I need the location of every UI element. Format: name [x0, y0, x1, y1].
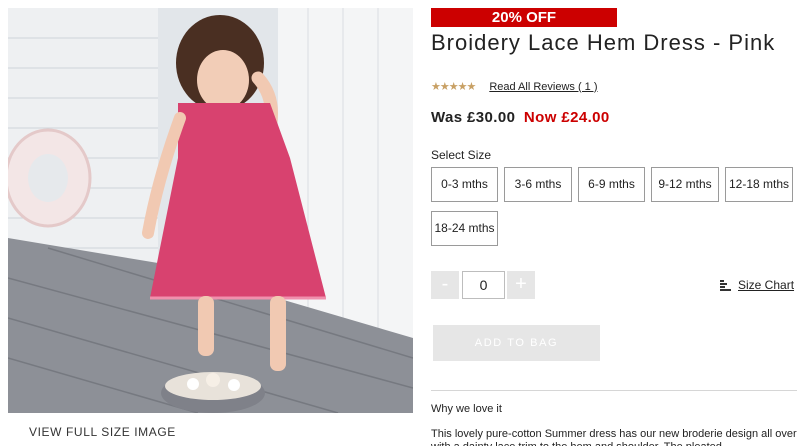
- select-size-label: Select Size: [431, 148, 492, 162]
- size-option-0-3[interactable]: 0-3 mths: [431, 167, 498, 202]
- product-image[interactable]: [8, 8, 413, 413]
- size-chart-label: Size Chart: [738, 278, 795, 292]
- price-row: Was £30.00 Now £24.00: [431, 109, 610, 126]
- size-chart-link[interactable]: Size Chart: [720, 278, 794, 292]
- product-title: Broidery Lace Hem Dress - Pink: [431, 30, 776, 55]
- why-we-love-it-heading: Why we love it: [431, 403, 502, 415]
- size-option-3-6[interactable]: 3-6 mths: [504, 167, 572, 202]
- size-option-12-18[interactable]: 12-18 mths: [725, 167, 793, 202]
- add-to-bag-button[interactable]: ADD TO BAG: [433, 325, 600, 361]
- quantity-increment-button[interactable]: +: [507, 271, 535, 299]
- product-description: This lovely pure-cotton Summer dress has…: [431, 428, 797, 446]
- read-reviews-link[interactable]: Read All Reviews ( 1 ): [489, 81, 597, 93]
- view-full-size-link[interactable]: VIEW FULL SIZE IMAGE: [29, 425, 176, 439]
- now-price: Now £24.00: [523, 109, 610, 126]
- size-option-18-24[interactable]: 18-24 mths: [431, 211, 498, 246]
- size-option-9-12[interactable]: 9-12 mths: [651, 167, 719, 202]
- size-chart-icon: [720, 280, 731, 291]
- size-option-6-9[interactable]: 6-9 mths: [578, 167, 645, 202]
- quantity-decrement-button[interactable]: -: [431, 271, 459, 299]
- was-price: Was £30.00: [431, 109, 516, 126]
- discount-badge: 20% OFF: [431, 8, 617, 27]
- rating-row: ★★★★★ Read All Reviews ( 1 ): [431, 80, 598, 94]
- section-divider: [431, 390, 797, 391]
- quantity-input[interactable]: [462, 271, 505, 299]
- star-rating-icon: ★★★★★: [431, 81, 476, 93]
